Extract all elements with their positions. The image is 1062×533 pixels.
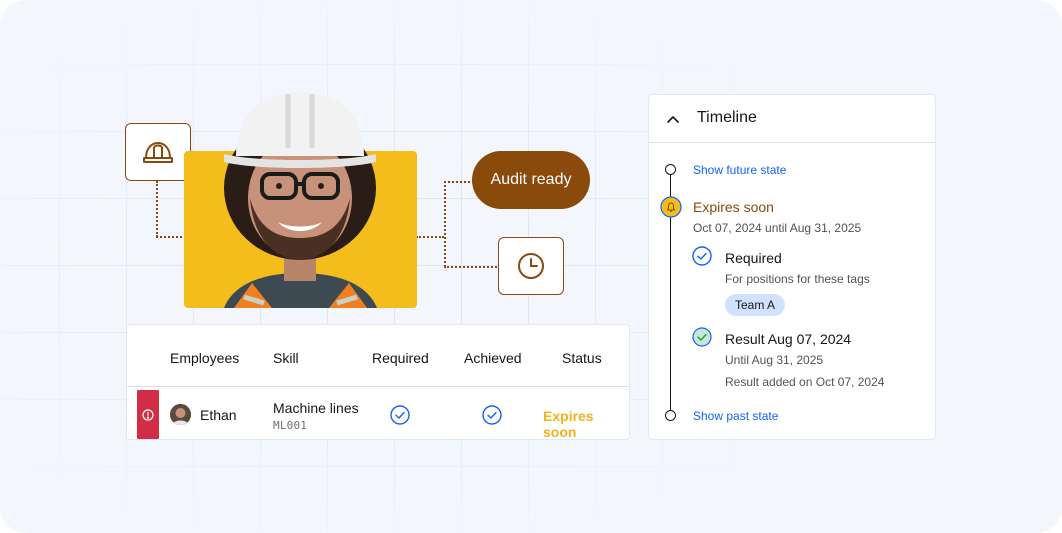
chevron-up-icon[interactable] — [666, 112, 680, 126]
required-title: Required — [725, 250, 782, 266]
column-header-employees[interactable]: Employees — [170, 350, 239, 366]
clock-icon-box — [498, 237, 564, 295]
employee-skills-table: Employees Skill Required Achieved Status — [126, 324, 630, 440]
future-state-node — [665, 164, 676, 175]
audit-ready-label: Audit ready — [490, 171, 572, 188]
helmet-icon — [143, 142, 173, 163]
warning-circle-icon — [142, 408, 154, 421]
column-header-skill[interactable]: Skill — [273, 350, 299, 366]
result-added: Result added on Oct 07, 2024 — [725, 375, 885, 389]
connector-photo-right — [416, 236, 444, 238]
header-divider — [127, 386, 629, 387]
status-badge: Expires soon — [543, 408, 594, 440]
worker-head — [224, 92, 376, 260]
clock-icon — [518, 253, 544, 279]
show-future-state-link[interactable]: Show future state — [693, 163, 786, 177]
connector-helmet-horizontal — [156, 236, 186, 238]
result-check-icon — [692, 327, 712, 347]
required-subtitle: For positions for these tags — [725, 272, 870, 286]
audit-ready-badge: Audit ready — [472, 151, 590, 209]
connector-to-clock — [444, 266, 500, 268]
column-header-required[interactable]: Required — [372, 350, 429, 366]
skill-name: Machine lines — [273, 400, 359, 416]
required-check-icon — [390, 405, 410, 425]
result-until: Until Aug 31, 2025 — [725, 353, 824, 367]
skill-code: ML001 — [273, 419, 308, 432]
column-header-achieved[interactable]: Achieved — [464, 350, 522, 366]
past-state-node — [665, 410, 676, 421]
connector-helmet-vertical — [156, 181, 158, 237]
error-indicator — [137, 390, 159, 439]
illustration-canvas: Audit ready Employees Skill Required Ach… — [0, 0, 1062, 533]
timeline-title: Timeline — [697, 109, 757, 126]
connector-vertical-right — [444, 181, 446, 267]
bell-icon — [660, 196, 682, 218]
show-past-state-link[interactable]: Show past state — [693, 409, 778, 423]
achieved-check-icon — [482, 405, 502, 425]
helmet-icon-box — [125, 123, 191, 181]
connector-to-audit — [444, 181, 474, 183]
column-header-status[interactable]: Status — [562, 350, 602, 366]
timeline-panel: Timeline Show future state Expires soon … — [648, 94, 936, 440]
timeline-header[interactable]: Timeline — [649, 95, 935, 143]
avatar — [170, 404, 191, 425]
result-title: Result Aug 07, 2024 — [725, 331, 852, 347]
tag-team-a[interactable]: Team A — [725, 294, 786, 316]
required-check-icon — [692, 246, 712, 266]
expires-date-range: Oct 07, 2024 until Aug 31, 2025 — [693, 221, 862, 235]
employee-name: Ethan — [200, 407, 237, 423]
expires-soon-title: Expires soon — [693, 199, 774, 215]
